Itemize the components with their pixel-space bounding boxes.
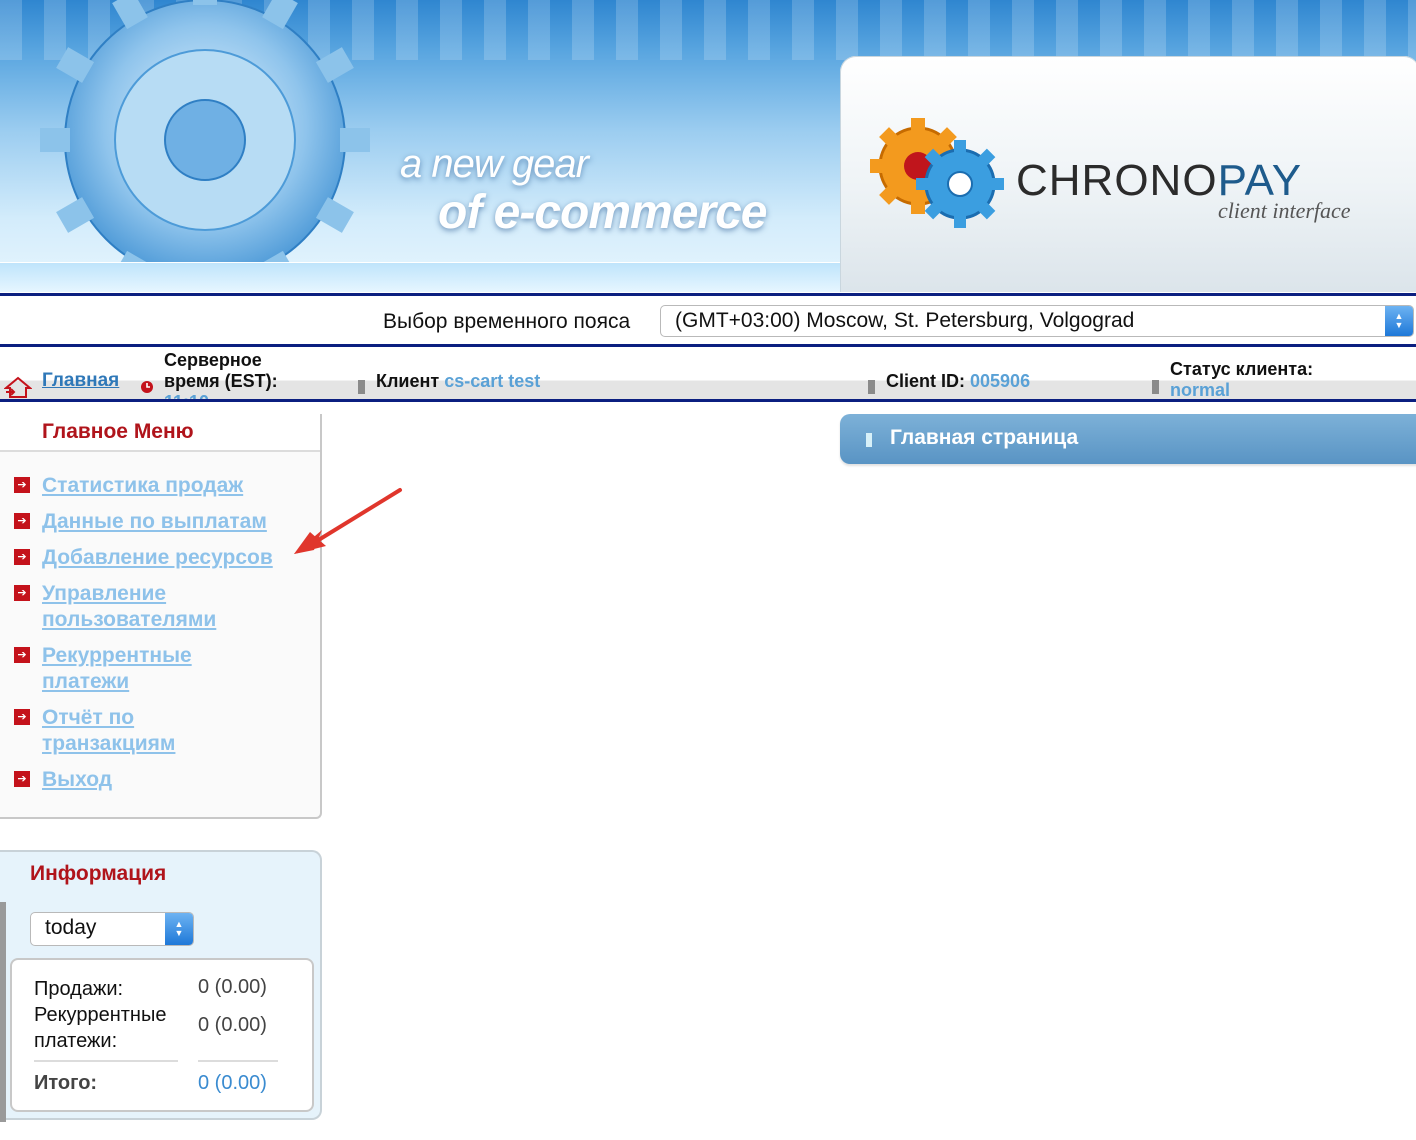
separator (1152, 380, 1159, 394)
separator (358, 380, 365, 394)
menu-item-recurring-payments[interactable]: ➔ Рекуррентные платежи (0, 643, 320, 699)
home-icon (4, 376, 32, 398)
menu-link[interactable]: Выход (42, 767, 312, 793)
total-value: 0 (0.00) (198, 1072, 267, 1094)
timezone-selected-value: (GMT+03:00) Moscow, St. Petersburg, Volg… (675, 309, 1135, 332)
client-label: Клиент (376, 371, 440, 391)
menu-link[interactable]: Управление пользователями (42, 581, 242, 633)
sales-label: Продажи: (34, 978, 124, 1000)
menu-link[interactable]: Рекуррентные платежи (42, 643, 222, 695)
menu-link[interactable]: Данные по выплатам (42, 509, 312, 535)
main-menu: Главное Меню ➔ Статистика продаж ➔ Данны… (0, 414, 322, 819)
brand-subtitle: client interface (1218, 198, 1351, 223)
menu-item-sales-stats[interactable]: ➔ Статистика продаж (0, 473, 320, 503)
main-menu-title: Главное Меню (0, 414, 320, 452)
page-header: Главная страница (840, 414, 1416, 464)
client-status-label: Статус клиента: (1170, 359, 1314, 379)
page-title: Главная страница (890, 426, 1079, 449)
period-selected-value: today (45, 916, 97, 939)
status-bar: Главная Серверное время (EST): 11:10 Кли… (0, 350, 1416, 402)
select-stepper-icon: ▲ ▼ (165, 913, 193, 945)
arrow-right-icon: ➔ (14, 771, 30, 787)
arrow-right-icon: ➔ (14, 585, 30, 601)
annotation-arrow-icon (294, 488, 402, 554)
header-marker (866, 433, 872, 447)
recurring-label: Рекуррентные платежи: (34, 1004, 167, 1052)
sales-value: 0 (0.00) (198, 976, 267, 998)
recurring-value: 0 (0.00) (198, 1014, 267, 1036)
clock-icon (141, 381, 153, 393)
divider (34, 1060, 178, 1062)
menu-link[interactable]: Статистика продаж (42, 473, 312, 499)
brand-main: CHRONO (1016, 156, 1218, 205)
arrow-right-icon: ➔ (14, 647, 30, 663)
server-time-label: Серверное время (EST): (164, 350, 278, 391)
arrow-right-icon: ➔ (14, 513, 30, 529)
client-id-label: Client ID: (886, 371, 965, 391)
slogan-line-1: a new gear (400, 142, 589, 186)
slogan-line-2: of e-commerce (438, 186, 767, 239)
menu-link[interactable]: Отчёт по транзакциям (42, 705, 212, 757)
select-stepper-icon: ▲ ▼ (1385, 306, 1413, 336)
menu-item-logout[interactable]: ➔ Выход (0, 767, 320, 797)
menu-item-add-resources[interactable]: ➔ Добавление ресурсов (0, 545, 320, 575)
client-value: cs-cart test (444, 371, 541, 391)
menu-item-payouts[interactable]: ➔ Данные по выплатам (0, 509, 320, 539)
info-title: Информация (30, 862, 167, 885)
divider (198, 1060, 278, 1062)
arrow-right-icon: ➔ (14, 549, 30, 565)
client-status-value: normal (1170, 380, 1231, 400)
logo-panel: CHRONOPAY client interface (840, 56, 1416, 292)
menu-item-user-management[interactable]: ➔ Управление пользователями (0, 581, 320, 637)
server-time-value: 11:10 (164, 392, 210, 402)
client-id-field: Client ID: 005906 (886, 371, 1030, 392)
info-panel: Информация today ▲ ▼ Продажи: 0 (0.00) Ре… (0, 850, 322, 1122)
client-field: Клиент cs-cart test (376, 371, 540, 392)
timezone-bar: Выбор временного пояса (GMT+03:00) Mosco… (0, 293, 1416, 347)
timezone-select[interactable]: (GMT+03:00) Moscow, St. Petersburg, Volg… (660, 305, 1414, 337)
total-label: Итого: (34, 1072, 98, 1094)
menu-link[interactable]: Добавление ресурсов (42, 545, 312, 571)
arrow-right-icon: ➔ (14, 709, 30, 725)
chronopay-logo-icon (870, 118, 1004, 228)
stats-table: Продажи: 0 (0.00) Рекуррентные платежи: … (10, 958, 314, 1112)
client-id-value: 005906 (970, 371, 1031, 391)
separator (868, 380, 875, 394)
menu-item-transaction-report[interactable]: ➔ Отчёт по транзакциям (0, 705, 320, 761)
info-side-bar (0, 902, 6, 1122)
home-link[interactable]: Главная (42, 370, 119, 392)
timezone-label: Выбор временного пояса (383, 310, 631, 333)
arrow-right-icon: ➔ (14, 477, 30, 493)
period-select[interactable]: today ▲ ▼ (30, 912, 194, 946)
header-banner: a new gear of e-commerce CHRONOPAY clien… (0, 0, 1416, 292)
